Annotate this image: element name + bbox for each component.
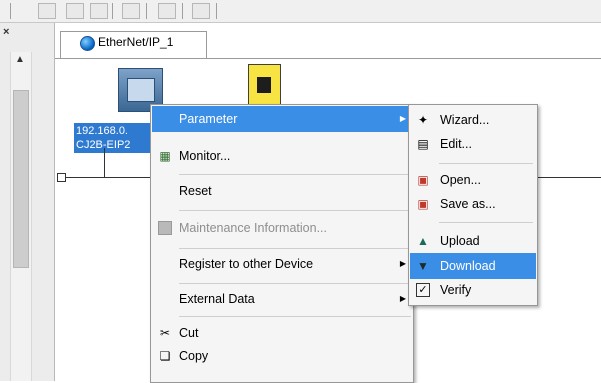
menu-item-copy[interactable]: ❏ Copy: [152, 343, 412, 369]
menu-separator: [179, 248, 411, 249]
device-address-label[interactable]: 192.168.0. CJ2B-EIP2: [74, 123, 158, 153]
toolbar-separator: [146, 3, 147, 19]
submenu-item-open[interactable]: ▣ Open...: [410, 167, 536, 193]
menu-item-external-data[interactable]: External Data ▶: [152, 286, 412, 312]
menu-separator: [179, 283, 411, 284]
submenu-item-download[interactable]: ▼ Download: [410, 253, 536, 279]
submenu-item-label: Save as...: [440, 197, 496, 211]
toolbar: [0, 0, 601, 23]
menu-item-label: Parameter: [179, 112, 238, 126]
menu-item-monitor[interactable]: ▦ Monitor...: [152, 143, 412, 169]
menu-item-label: Reset: [179, 184, 212, 198]
menu-item-label: Copy: [179, 349, 209, 363]
menu-separator: [179, 316, 411, 317]
menu-item-maintenance-information: Maintenance Information...: [152, 215, 412, 241]
scroll-up-glyph: ▲: [15, 54, 25, 65]
scrollbar-thumb[interactable]: [13, 90, 29, 268]
submenu-item-label: Open...: [440, 173, 481, 187]
toolbar-separator: [182, 3, 183, 19]
fieldbus-device-icon[interactable]: [248, 64, 281, 105]
network-globe-icon: [80, 36, 95, 51]
close-glyph: ×: [3, 26, 10, 38]
submenu-item-verify[interactable]: ✓ Verify: [410, 277, 536, 303]
scissors-icon: ✂: [159, 326, 171, 340]
save-icon: ▣: [417, 197, 429, 211]
submenu-item-label: Download: [440, 259, 496, 273]
device-model-text: CJ2B-EIP2: [76, 139, 131, 151]
toolbar-separator: [10, 3, 11, 19]
context-menu: Parameter ▶ ▦ Monitor... Reset Maintenan…: [150, 104, 414, 383]
toolbar-separator: [112, 3, 113, 19]
parameter-submenu: ✦ Wizard... ▤ Edit... ▣ Open... ▣ Save a…: [408, 104, 538, 306]
device-connector-line: [104, 148, 105, 177]
connect-icon[interactable]: [38, 3, 56, 19]
submenu-item-upload[interactable]: ▲ Upload: [410, 228, 536, 254]
monitor-icon: ▦: [159, 149, 171, 163]
submenu-item-wizard[interactable]: ✦ Wizard...: [410, 107, 536, 133]
graph-icon[interactable]: [66, 3, 84, 19]
wizard-icon: ✦: [417, 113, 429, 127]
window-icon[interactable]: [192, 3, 210, 19]
submenu-item-label: Upload: [440, 234, 480, 248]
table-icon[interactable]: [90, 3, 108, 19]
binoculars-icon[interactable]: [158, 3, 176, 19]
maintenance-icon: [158, 221, 172, 235]
submenu-item-label: Wizard...: [440, 113, 490, 127]
download-icon: ▼: [417, 259, 429, 273]
menu-separator: [179, 174, 411, 175]
submenu-arrow-icon: ▶: [399, 294, 406, 303]
submenu-arrow-icon: ▶: [399, 114, 406, 123]
submenu-item-save-as[interactable]: ▣ Save as...: [410, 191, 536, 217]
toolbar-separator: [216, 3, 217, 19]
menu-separator: [179, 210, 411, 211]
menu-separator: [439, 222, 533, 223]
device-ip-text: 192.168.0.: [76, 125, 128, 137]
menu-item-label: Maintenance Information...: [179, 221, 327, 235]
edit-icon: ▤: [417, 137, 429, 151]
menu-item-parameter[interactable]: Parameter ▶: [152, 106, 412, 132]
submenu-item-edit[interactable]: ▤ Edit...: [410, 131, 536, 157]
network-terminator-icon: [57, 173, 66, 182]
submenu-arrow-icon: ▶: [399, 259, 406, 268]
menu-item-reset[interactable]: Reset: [152, 178, 412, 204]
menu-item-register-to-other-device[interactable]: Register to other Device ▶: [152, 251, 412, 277]
open-icon: ▣: [417, 173, 429, 187]
chart-icon[interactable]: [122, 3, 140, 19]
menu-item-label: Register to other Device: [179, 257, 314, 271]
pane-close-icon[interactable]: ×: [3, 26, 9, 38]
menu-separator: [439, 163, 533, 164]
menu-item-label: Monitor...: [179, 149, 231, 163]
tab-label: EtherNet/IP_1: [98, 35, 174, 49]
submenu-item-label: Edit...: [440, 137, 472, 151]
submenu-item-label: Verify: [440, 283, 472, 297]
menu-item-label: External Data: [179, 292, 255, 306]
scroll-up-icon[interactable]: ▲: [12, 52, 28, 68]
copy-icon: ❏: [159, 349, 171, 363]
upload-icon: ▲: [417, 234, 429, 248]
verify-icon: ✓: [416, 283, 430, 297]
